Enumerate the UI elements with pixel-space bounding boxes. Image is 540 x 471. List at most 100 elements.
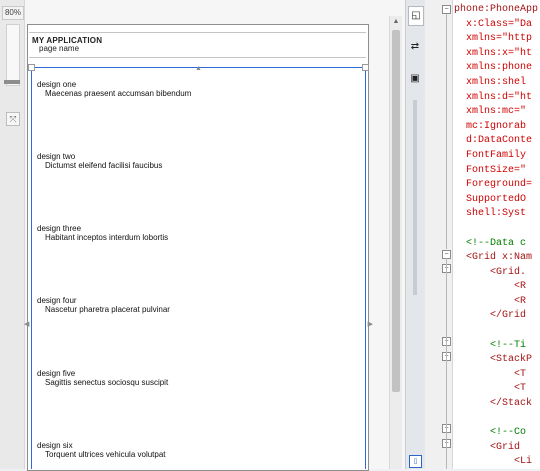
code-line[interactable]: shell:Syst (454, 207, 540, 222)
split-toggle-icon[interactable]: ▯ (409, 455, 422, 468)
divider (29, 32, 366, 33)
item-title: design six (37, 441, 73, 450)
code-token: </Grid (454, 310, 527, 322)
collapse-toggle-icon[interactable]: − (442, 5, 451, 14)
design-surface[interactable]: 80% ⤧ MY APPLICATION page name ▲ ◀ ▶ des… (0, 0, 405, 471)
list-item[interactable]: design six Torquent ultrices vehicula vo… (37, 441, 166, 459)
code-line[interactable]: phone:PhoneApp (454, 3, 540, 18)
outline-guide (446, 14, 447, 249)
zoom-slider[interactable] (6, 24, 20, 86)
code-line[interactable]: x:Class="Da (454, 18, 540, 33)
designer-vertical-scrollbar[interactable]: ▲ (389, 16, 402, 469)
code-line[interactable]: d:DataConte (454, 134, 540, 149)
arrow-right-icon: ▶ (367, 321, 373, 328)
code-line[interactable]: xmlns:x="ht (454, 47, 540, 62)
item-subtitle: Nascetur pharetra placerat pulvinar (45, 305, 170, 314)
code-line[interactable]: <!--Data c (454, 237, 540, 252)
code-token: xmlns="http (454, 33, 533, 45)
code-token: xmlns:x="ht (454, 47, 533, 59)
scrollbar-thumb[interactable] (392, 30, 400, 392)
resize-handle[interactable] (28, 64, 35, 71)
swap-panes-icon[interactable]: ⇄ (408, 38, 422, 56)
code-line[interactable]: <Grid (454, 441, 540, 456)
code-line[interactable] (454, 324, 540, 339)
list-item[interactable]: design four Nascetur pharetra placerat p… (37, 296, 170, 314)
code-line[interactable]: SupportedO (454, 193, 540, 208)
splitter-grip[interactable] (413, 100, 417, 295)
item-subtitle: Dictumst eleifend facilisi faucibus (45, 161, 163, 170)
code-token: x:Class="Da (454, 18, 533, 30)
code-token: <!--Data c (454, 237, 527, 249)
code-line[interactable]: <T (454, 368, 540, 383)
code-token: phone:PhoneApp (454, 4, 539, 15)
code-line[interactable]: xmlns:mc=" (454, 105, 540, 120)
zoom-level[interactable]: 80% (2, 6, 24, 20)
editor-margin (425, 0, 453, 469)
code-token: SupportedO (454, 193, 527, 205)
code-token: mc:Ignorab (454, 120, 527, 132)
item-title: design two (37, 152, 76, 161)
code-line[interactable]: Foreground= (454, 178, 540, 193)
code-token: Foreground= (454, 179, 533, 191)
code-area[interactable]: phone:PhoneApp x:Class="Da xmlns="http x… (454, 3, 540, 470)
code-line[interactable]: FontFamily (454, 149, 540, 164)
code-token: <Grid. (454, 266, 527, 278)
code-line[interactable] (454, 412, 540, 427)
code-token: <T (454, 383, 527, 395)
list-item[interactable]: design three Habitant inceptos interdum … (37, 224, 168, 242)
code-token: xmlns:d="ht (454, 91, 533, 103)
code-line[interactable]: xmlns:d="ht (454, 91, 540, 106)
code-line[interactable]: xmlns:shel (454, 76, 540, 91)
margin-divider (452, 0, 453, 469)
code-line[interactable]: <R (454, 295, 540, 310)
code-line[interactable]: <Li (454, 455, 540, 470)
resize-handle[interactable] (362, 64, 369, 71)
item-title: design four (37, 296, 77, 305)
item-subtitle: Maecenas praesent accumsan bibendum (45, 89, 192, 98)
code-line[interactable]: <!--Ti (454, 339, 540, 354)
code-line[interactable]: <Grid x:Nam (454, 251, 540, 266)
code-line[interactable]: <StackP (454, 353, 540, 368)
view-tab-strip: ◱ ⇄ ▣ ▯ (405, 0, 426, 469)
item-subtitle: Sagittis senectus sociosqu suscipit (45, 378, 169, 387)
fit-to-screen-icon[interactable]: ⤧ (6, 112, 20, 126)
code-token: <!--Ti (454, 339, 527, 351)
item-title: design five (37, 369, 76, 378)
arrow-left-icon: ◀ (24, 321, 30, 328)
item-subtitle: Torquent ultrices vehicula volutpat (45, 450, 166, 459)
scroll-up-arrow-icon[interactable]: ▲ (391, 18, 401, 26)
code-token: <R (454, 295, 527, 307)
item-title: design three (37, 224, 82, 233)
code-line[interactable]: </Stack (454, 397, 540, 412)
title-panel[interactable]: MY APPLICATION page name (30, 32, 366, 56)
code-token: <Grid x:Nam (454, 252, 533, 264)
xaml-editor[interactable]: − − − − − − − phone:PhoneApp x:Class="Da… (425, 0, 540, 469)
code-token: xmlns:mc=" (454, 106, 527, 118)
code-line[interactable]: FontSize=" (454, 164, 540, 179)
zoom-slider-thumb[interactable] (4, 80, 20, 84)
code-line[interactable]: xmlns:phone (454, 61, 540, 76)
code-token: <R (454, 281, 527, 293)
outline-guide (446, 258, 447, 469)
arrow-up-icon: ▲ (195, 65, 202, 72)
code-token: <StackP (454, 354, 533, 366)
code-token: shell:Syst (454, 208, 527, 220)
code-token: d:DataConte (454, 135, 533, 147)
list-item[interactable]: design five Sagittis senectus sociosqu s… (37, 369, 168, 387)
code-line[interactable]: <!--Co (454, 426, 540, 441)
code-line[interactable] (454, 222, 540, 237)
code-token: xmlns:shel (454, 76, 527, 88)
list-item[interactable]: design one Maecenas praesent accumsan bi… (37, 80, 191, 98)
code-line[interactable]: <R (454, 280, 540, 295)
code-line[interactable]: </Grid (454, 309, 540, 324)
content-grid-selection[interactable]: ▲ ◀ ▶ design one Maecenas praesent accum… (24, 64, 373, 469)
xaml-view-icon[interactable]: ▣ (408, 70, 422, 88)
code-token: <!--Co (454, 427, 527, 439)
list-item[interactable]: design two Dictumst eleifend facilisi fa… (37, 152, 162, 170)
code-line[interactable]: <T (454, 382, 540, 397)
code-line[interactable]: mc:Ignorab (454, 120, 540, 135)
design-view-icon[interactable]: ◱ (408, 6, 424, 26)
code-line[interactable]: <Grid. (454, 266, 540, 281)
page-title: page name (39, 44, 80, 53)
code-line[interactable]: xmlns="http (454, 32, 540, 47)
